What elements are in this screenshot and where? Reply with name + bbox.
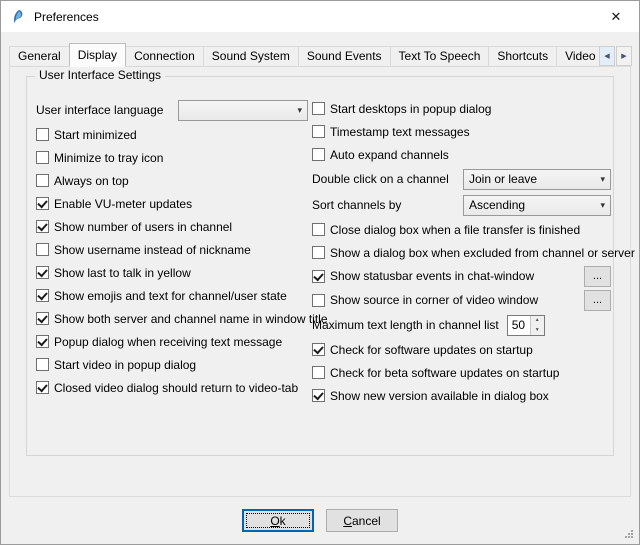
- checkbox-box: [36, 128, 49, 141]
- spin-down-icon[interactable]: ▼: [531, 325, 544, 335]
- tab-scroll-right-icon: ▶: [621, 52, 626, 60]
- close-button[interactable]: ✕: [593, 1, 639, 32]
- checkbox-show-user-count[interactable]: Show number of users in channel: [36, 215, 308, 238]
- checkbox-box: [36, 243, 49, 256]
- checkbox-box: [36, 289, 49, 302]
- dialog-buttons: Ok Cancel: [1, 509, 639, 532]
- group-title: User Interface Settings: [35, 68, 165, 82]
- double-click-row: Double click on a channel Join or leave …: [312, 166, 611, 192]
- checkbox-statusbar-events[interactable]: Show statusbar events in chat-window: [312, 269, 534, 283]
- max-text-length-row: Maximum text length in channel list 50 ▲…: [312, 312, 611, 338]
- tab-sound-events[interactable]: Sound Events: [298, 46, 391, 67]
- checkbox-box: [36, 220, 49, 233]
- spinner-arrows: ▲ ▼: [530, 316, 544, 335]
- language-label: User interface language: [36, 103, 163, 117]
- checkbox-box: [312, 343, 325, 356]
- checkbox-show-username[interactable]: Show username instead of nickname: [36, 238, 308, 261]
- language-row: User interface language ▾: [36, 97, 308, 123]
- checkbox-always-on-top[interactable]: Always on top: [36, 169, 308, 192]
- cancel-button[interactable]: Cancel: [326, 509, 398, 532]
- checkbox-minimize-to-tray[interactable]: Minimize to tray icon: [36, 146, 308, 169]
- spin-up-icon[interactable]: ▲: [531, 316, 544, 326]
- video-source-browse-button[interactable]: ...: [584, 290, 611, 311]
- checkbox-box: [36, 358, 49, 371]
- checkbox-popup-text-message[interactable]: Popup dialog when receiving text message: [36, 330, 308, 353]
- checkbox-box: [312, 294, 325, 307]
- chevron-down-icon: ▾: [292, 105, 307, 116]
- max-text-length-label: Maximum text length in channel list: [312, 318, 499, 332]
- tab-scroll-left-icon: ◀: [604, 52, 609, 60]
- ok-button[interactable]: Ok: [242, 509, 314, 532]
- double-click-label: Double click on a channel: [312, 172, 449, 186]
- sort-channels-row: Sort channels by Ascending ▾: [312, 192, 611, 218]
- checkbox-check-beta-updates[interactable]: Check for beta software updates on start…: [312, 361, 611, 384]
- checkbox-close-file-transfer[interactable]: Close dialog box when a file transfer is…: [312, 218, 611, 241]
- checkbox-last-talk-yellow[interactable]: Show last to talk in yellow: [36, 261, 308, 284]
- checkbox-video-source-corner[interactable]: Show source in corner of video window: [312, 293, 538, 307]
- checkbox-start-video-popup[interactable]: Start video in popup dialog: [36, 353, 308, 376]
- tab-bar: General Display Connection Sound System …: [9, 43, 603, 67]
- window-title: Preferences: [34, 10, 99, 24]
- checkbox-auto-expand-channels[interactable]: Auto expand channels: [312, 143, 611, 166]
- checkbox-closed-video-return[interactable]: Closed video dialog should return to vid…: [36, 376, 308, 399]
- language-combobox[interactable]: ▾: [178, 100, 308, 121]
- checkbox-box: [36, 381, 49, 394]
- checkbox-timestamp-messages[interactable]: Timestamp text messages: [312, 120, 611, 143]
- checkbox-check-updates[interactable]: Check for software updates on startup: [312, 338, 611, 361]
- tab-shortcuts[interactable]: Shortcuts: [488, 46, 557, 67]
- checkbox-emoji-state[interactable]: Show emojis and text for channel/user st…: [36, 284, 308, 307]
- chevron-down-icon: ▾: [595, 200, 610, 211]
- checkbox-box: [312, 148, 325, 161]
- sort-channels-value: Ascending: [469, 198, 595, 212]
- preferences-dialog: Preferences ✕ General Display Connection…: [0, 0, 640, 545]
- close-icon: ✕: [611, 9, 622, 25]
- titlebar: Preferences ✕: [1, 1, 639, 32]
- tab-scroll-buttons: ◀ ▶: [598, 46, 632, 66]
- sort-channels-label: Sort channels by: [312, 198, 401, 212]
- checkbox-box: [312, 246, 325, 259]
- checkbox-box: [36, 197, 49, 210]
- checkbox-box: [312, 223, 325, 236]
- checkbox-box: [312, 389, 325, 402]
- checkbox-box: [36, 335, 49, 348]
- tab-display[interactable]: Display: [69, 43, 126, 67]
- checkbox-box: [36, 312, 49, 325]
- tab-connection[interactable]: Connection: [125, 46, 204, 67]
- checkbox-box: [312, 125, 325, 138]
- max-text-length-spinner[interactable]: 50 ▲ ▼: [507, 315, 545, 336]
- checkbox-box: [312, 366, 325, 379]
- tab-scroll-left-button[interactable]: ◀: [599, 46, 615, 66]
- checkbox-box: [36, 266, 49, 279]
- right-column: Start desktops in popup dialog Timestamp…: [312, 97, 611, 407]
- tab-text-to-speech[interactable]: Text To Speech: [390, 46, 490, 67]
- resize-grip[interactable]: [625, 530, 635, 540]
- double-click-combobox[interactable]: Join or leave ▾: [463, 169, 611, 190]
- checkbox-new-version-dialog[interactable]: Show new version available in dialog box: [312, 384, 611, 407]
- app-icon: [10, 9, 26, 25]
- tab-sound-system[interactable]: Sound System: [203, 46, 299, 67]
- checkbox-vu-meter-updates[interactable]: Enable VU-meter updates: [36, 192, 308, 215]
- statusbar-events-browse-button[interactable]: ...: [584, 266, 611, 287]
- left-column: User interface language ▾ Start minimize…: [36, 97, 308, 399]
- checkbox-box: [36, 174, 49, 187]
- sort-channels-combobox[interactable]: Ascending ▾: [463, 195, 611, 216]
- tab-scroll-right-button[interactable]: ▶: [616, 46, 632, 66]
- checkbox-excluded-dialog[interactable]: Show a dialog box when excluded from cha…: [312, 241, 611, 264]
- checkbox-box: [312, 102, 325, 115]
- chevron-down-icon: ▾: [595, 174, 610, 185]
- checkbox-box: [36, 151, 49, 164]
- max-text-length-value: 50: [508, 316, 530, 335]
- checkbox-start-minimized[interactable]: Start minimized: [36, 123, 308, 146]
- checkbox-start-desktops-popup[interactable]: Start desktops in popup dialog: [312, 97, 611, 120]
- statusbar-events-row: Show statusbar events in chat-window ...: [312, 264, 611, 288]
- double-click-value: Join or leave: [469, 172, 595, 186]
- display-tab-pane: User Interface Settings User interface l…: [9, 66, 631, 497]
- video-source-row: Show source in corner of video window ..…: [312, 288, 611, 312]
- checkbox-box: [312, 270, 325, 283]
- tab-video[interactable]: Video: [556, 46, 603, 67]
- ui-settings-group: User Interface Settings User interface l…: [26, 76, 614, 456]
- tab-general[interactable]: General: [9, 46, 70, 67]
- checkbox-window-title[interactable]: Show both server and channel name in win…: [36, 307, 308, 330]
